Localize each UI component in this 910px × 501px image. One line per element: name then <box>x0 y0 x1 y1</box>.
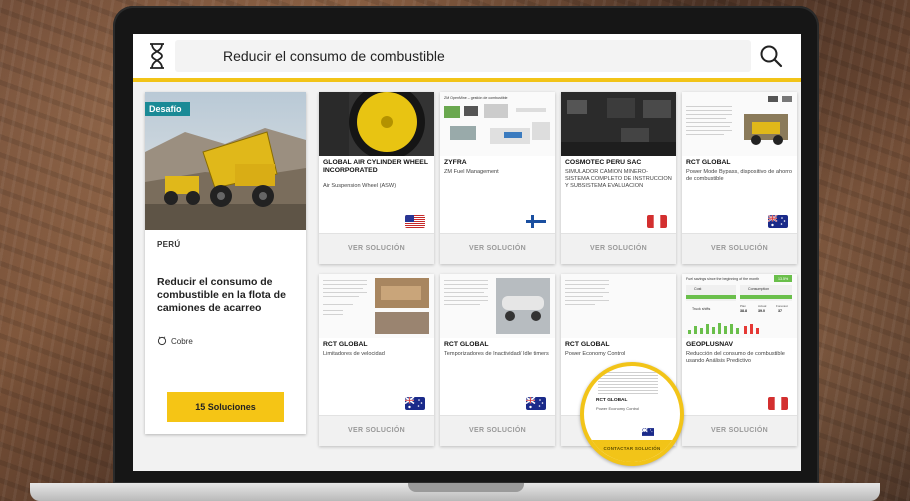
contact-solution-button[interactable]: CONTACTAR SOLUCIÓN <box>584 440 680 462</box>
view-solution-button[interactable]: VER SOLUCIÓN <box>440 415 555 446</box>
pe-flag-icon <box>768 397 788 410</box>
card-image: ZM OpenMine – gestión de combustible <box>440 92 555 156</box>
au-flag-icon <box>642 428 654 436</box>
solution-card[interactable]: RCT GLOBAL Temporizadores de Inactividad… <box>440 274 555 446</box>
card-image <box>319 274 434 338</box>
au-flag-icon <box>405 397 425 410</box>
card-company: RCT GLOBAL <box>444 341 489 348</box>
au-flag-icon <box>526 397 546 410</box>
view-solution-button[interactable]: VER SOLUCIÓN <box>319 415 434 446</box>
magnified-card-company: RCT GLOBAL <box>596 398 628 403</box>
magnified-card-image <box>598 372 658 394</box>
card-company: COSMOTEC PERU SAC <box>565 159 642 166</box>
geo-truck-shifts-label: Truck shifts <box>692 307 710 311</box>
solution-card[interactable]: RCT GLOBAL Power Mode Bypass, dispositiv… <box>682 92 797 264</box>
view-solution-button[interactable]: VER SOLUCIÓN <box>561 233 676 264</box>
card-company: ZYFRA <box>444 159 467 166</box>
hourglass-logo-icon[interactable] <box>147 42 167 70</box>
card-company: GLOBAL AIR CYLINDER WHEEL INCORPORATED <box>323 159 428 174</box>
card-description: Limitadores de velocidad <box>323 351 385 357</box>
card-company: RCT GLOBAL <box>686 159 731 166</box>
challenge-title: Reducir el consumo de combustible en la … <box>157 276 286 314</box>
view-solution-button[interactable]: VER SOLUCIÓN <box>440 233 555 264</box>
geo-plan-label: Plan <box>740 304 746 308</box>
geo-value-actual: 39.0 <box>758 309 765 313</box>
card-description: Reducción del consumo de combustible usa… <box>686 351 785 364</box>
zyfra-image-title: ZM OpenMine – gestión de combustible <box>444 96 508 100</box>
mineral-row: Cobre <box>157 336 193 346</box>
mineral-label: Cobre <box>171 336 193 346</box>
card-description: Power Economy Control <box>565 351 626 357</box>
pe-flag-icon <box>647 215 667 228</box>
magnified-card-description: Power Economy Control <box>596 406 640 411</box>
us-flag-icon <box>405 215 425 228</box>
top-bar: Reducir el consumo de combustible <box>133 34 801 78</box>
copper-icon <box>157 336 167 346</box>
view-solution-button[interactable]: VER SOLUCIÓN <box>682 233 797 264</box>
geo-image-title: Fuel savings since the beginning of the … <box>686 277 759 281</box>
search-icon[interactable] <box>757 42 785 70</box>
geo-forecast-label: Forecast <box>776 304 788 308</box>
card-image: Fuel savings since the beginning of the … <box>682 274 797 338</box>
view-solution-button[interactable]: VER SOLUCIÓN <box>682 415 797 446</box>
fi-flag-icon <box>526 215 546 228</box>
challenge-tag: Desafío <box>145 102 190 116</box>
app-screen: Reducir el consumo de combustible Desafí… <box>133 34 801 471</box>
card-image <box>561 274 676 338</box>
challenge-card[interactable]: Desafío PERÚ Reducir el consumo de combu… <box>145 92 306 434</box>
card-image <box>682 92 797 156</box>
solution-card[interactable]: GLOBAL AIR CYLINDER WHEEL INCORPORATED A… <box>319 92 434 264</box>
card-description: ZM Fuel Management <box>444 169 499 175</box>
solutions-count-button[interactable]: 15 Soluciones <box>167 392 284 422</box>
geo-value-forecast: 37 <box>778 309 782 313</box>
solution-card[interactable]: Fuel savings since the beginning of the … <box>682 274 797 446</box>
card-company: RCT GLOBAL <box>565 341 610 348</box>
geo-actual-label: Actual <box>758 304 767 308</box>
geo-cost-label: Cost <box>694 287 701 291</box>
challenge-country: PERÚ <box>157 240 181 249</box>
card-description: Power Mode Bypass, dispositivo de ahorro… <box>686 169 793 182</box>
card-description: Temporizadores de Inactividad/ Idle time… <box>444 351 549 357</box>
challenge-image: Desafío <box>145 92 306 230</box>
geo-value-plan: 38.8 <box>740 309 747 313</box>
geo-consumption-label: Consumption <box>748 287 769 291</box>
geo-fuel-pct: 13.5% <box>778 277 789 281</box>
solution-card[interactable]: COSMOTEC PERU SAC SIMULADOR CAMION MINER… <box>561 92 676 264</box>
magnified-card-highlight[interactable]: RCT GLOBAL Power Economy Control CONTACT… <box>580 362 684 466</box>
card-image <box>319 92 434 156</box>
card-company: GEOPLUSNAV <box>686 341 734 348</box>
solution-card[interactable]: RCT GLOBAL Limitadores de velocidad VER … <box>319 274 434 446</box>
card-company: RCT GLOBAL <box>323 341 368 348</box>
view-solution-button[interactable]: VER SOLUCIÓN <box>319 233 434 264</box>
au-flag-icon <box>768 215 788 228</box>
card-image <box>561 92 676 156</box>
card-image <box>440 274 555 338</box>
card-description: SIMULADOR CAMION MINERO- SISTEMA COMPLET… <box>565 169 672 189</box>
laptop-notch <box>408 483 524 492</box>
search-input[interactable]: Reducir el consumo de combustible <box>175 40 751 72</box>
card-description: Air Suspension Wheel (ASW) <box>323 183 397 189</box>
solution-card[interactable]: ZM OpenMine – gestión de combustible ZYF… <box>440 92 555 264</box>
